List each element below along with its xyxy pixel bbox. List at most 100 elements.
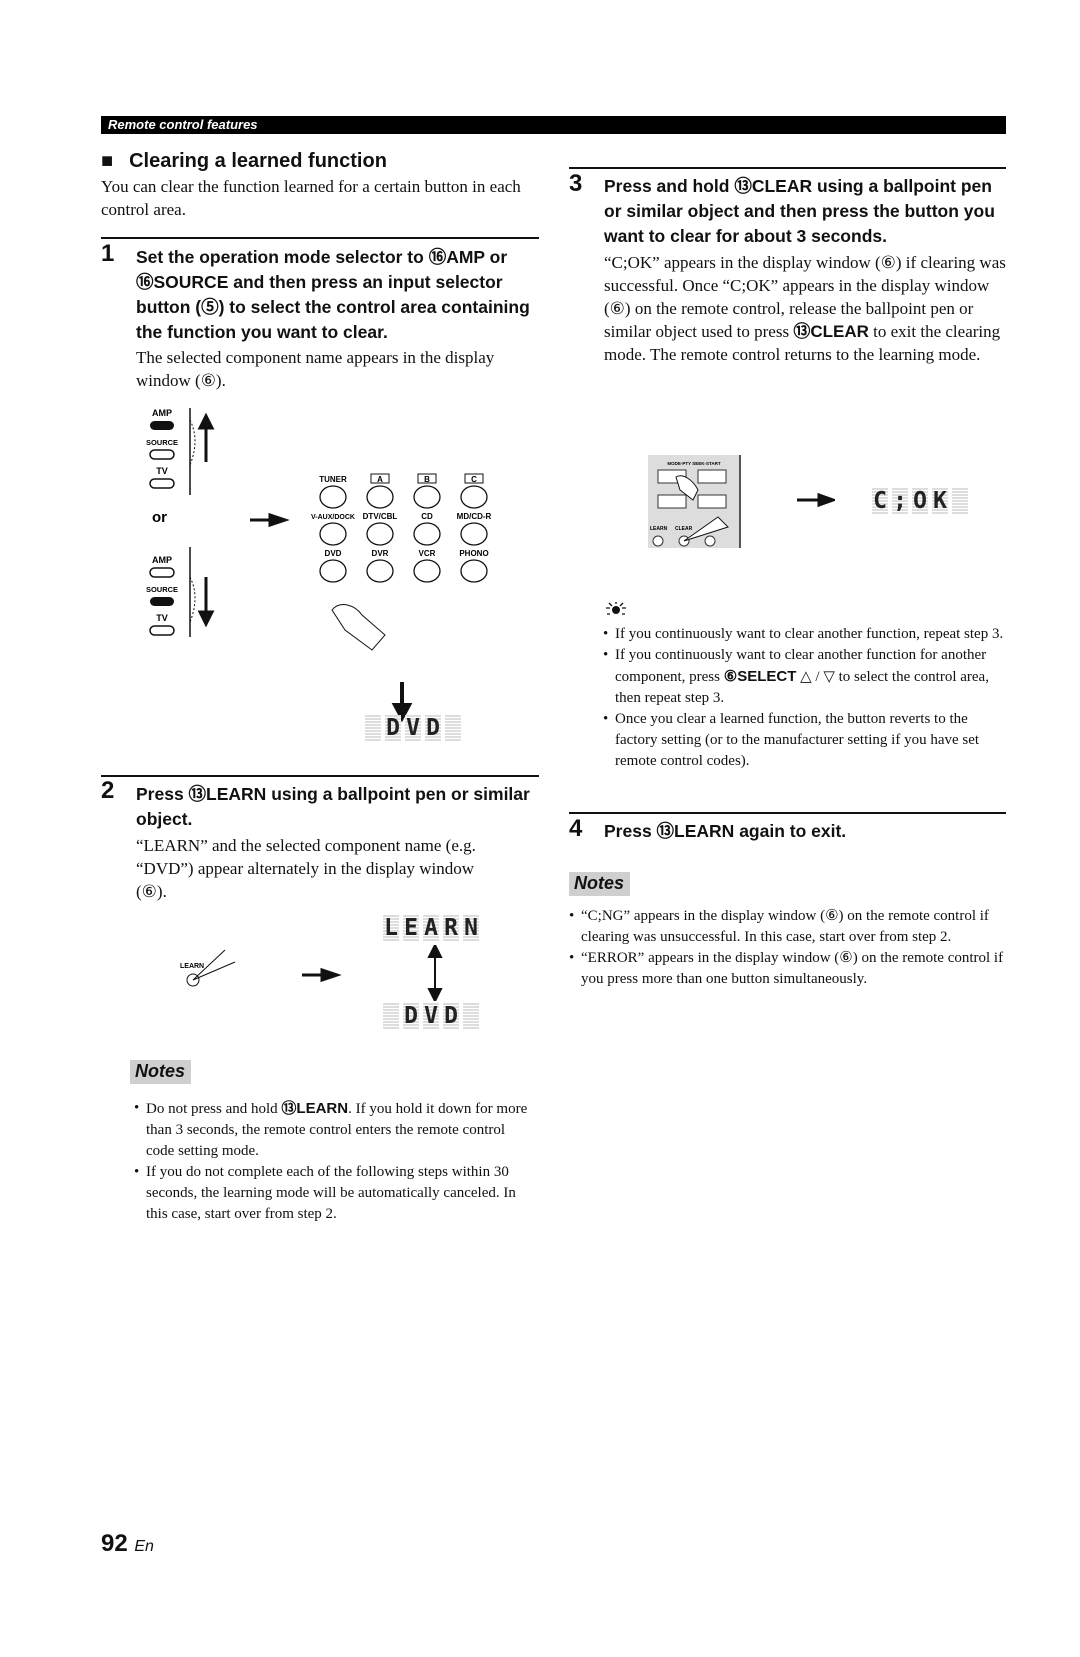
- text: Press: [604, 821, 657, 841]
- step-2-title: Press ⑬LEARN using a ballpoint pen or si…: [136, 782, 541, 832]
- lightbulb-icon: [606, 602, 626, 615]
- lcd-char: [952, 488, 968, 514]
- step-number: 1: [101, 240, 115, 267]
- section-title-text: Clearing a learned function: [129, 150, 387, 172]
- list-item: If you do not complete each of the follo…: [134, 1162, 536, 1225]
- panel-label: MODE-PTY SEEK-START: [667, 461, 721, 466]
- callout-number: ⑬: [793, 322, 811, 341]
- callout-number: ⑬: [656, 821, 675, 841]
- mode-selector-top: AMP SOURCE TV: [146, 408, 215, 495]
- mode-label: SOURCE: [146, 438, 178, 447]
- intro-text: You can clear the function learned for a…: [101, 177, 521, 219]
- callout-number: ⑥: [723, 668, 738, 685]
- list-item: “ERROR” appears in the display window (⑥…: [569, 948, 1009, 990]
- input-selector-label: MD/CD-R: [457, 512, 492, 521]
- lcd-char: O: [912, 488, 928, 514]
- learn-label: LEARN: [650, 526, 668, 532]
- input-selector-button: [319, 559, 347, 583]
- text: Press and hold: [604, 176, 735, 196]
- mode-button-source: [149, 449, 175, 460]
- input-selector-button: [413, 559, 441, 583]
- lcd-char: N: [463, 915, 479, 941]
- input-selector-button: [366, 522, 394, 546]
- remote-panel-figure: MODE-PTY SEEK-START LEARN CLEAR: [648, 455, 741, 548]
- section-header-bar: Remote control features: [101, 116, 1006, 134]
- lcd-char: ;: [892, 488, 908, 514]
- callout-number: ⑬: [188, 784, 207, 804]
- text: Set the operation mode selector to: [136, 247, 429, 267]
- callout-number: ⑯: [428, 247, 447, 267]
- arrow-right-icon: [797, 492, 835, 508]
- arrow-down-icon: [197, 577, 215, 628]
- list-item: “C;NG” appears in the display window (⑥)…: [569, 906, 1009, 948]
- arrow-right-icon: [302, 967, 342, 983]
- notes-label: Notes: [569, 872, 631, 896]
- lcd-char: C: [872, 488, 888, 514]
- list-item: If you continuously want to clear anothe…: [603, 624, 1008, 645]
- step-4-title: Press ⑬LEARN again to exit.: [604, 819, 1004, 844]
- lcd-char: D: [425, 715, 441, 741]
- section-header: Remote control features: [108, 117, 258, 132]
- language-code: En: [134, 1538, 154, 1555]
- mode-label: AMP: [152, 555, 172, 565]
- lcd-char: A: [423, 915, 439, 941]
- arrow-right-icon: [250, 512, 290, 528]
- text: Once you clear a learned function, the b…: [615, 711, 980, 769]
- input-selector-label: DVR: [372, 549, 389, 558]
- finger-icon: [331, 604, 386, 651]
- display-window-learn: LEARN: [383, 915, 479, 941]
- lcd-char: E: [403, 915, 419, 941]
- key-label: CLEAR: [810, 322, 869, 341]
- key-label: LEARN: [206, 784, 267, 804]
- input-selector-label: DVD: [325, 549, 342, 558]
- step-1-body: The selected component name appears in t…: [136, 348, 495, 390]
- input-selector-button: [413, 522, 441, 546]
- step-number: 4: [569, 815, 583, 842]
- lcd-char: D: [403, 1003, 419, 1029]
- key-label: AMP: [446, 247, 485, 267]
- key-label: LEARN: [296, 1100, 349, 1117]
- section-title: ■ Clearing a learned function: [101, 150, 387, 173]
- mode-label: TV: [156, 466, 168, 476]
- learn-button-figure: LEARN: [180, 949, 342, 987]
- list-item: Once you clear a learned function, the b…: [603, 709, 1008, 772]
- display-window-dvd: DVD: [365, 715, 461, 741]
- lcd-char: D: [443, 1003, 459, 1029]
- text: If you continuously want to clear anothe…: [615, 626, 1004, 642]
- input-selector-label: DTV/CBL: [363, 512, 398, 521]
- step-3-title: Press and hold ⑬CLEAR using a ballpoint …: [604, 174, 1014, 249]
- input-selector-button: [460, 485, 488, 509]
- double-arrow-icon: [427, 945, 443, 1001]
- list-item: If you continuously want to clear anothe…: [603, 645, 1008, 709]
- input-selector-label: V-AUX/DOCK: [311, 514, 355, 521]
- mode-button-amp: [150, 421, 174, 430]
- lcd-char: [365, 715, 381, 741]
- input-selector-label: TUNER: [319, 475, 347, 484]
- mode-button-tv: [149, 478, 175, 489]
- input-selector-label: VCR: [419, 549, 436, 558]
- page-number-value: 92: [101, 1530, 128, 1557]
- text: Press: [136, 784, 189, 804]
- mode-label: SOURCE: [146, 585, 178, 594]
- step-number: 3: [569, 170, 583, 197]
- divider: [569, 812, 1006, 814]
- text: “C;NG” appears in the display window (⑥)…: [581, 908, 989, 945]
- text: again to exit.: [734, 821, 847, 841]
- list-item: Do not press and hold ⑬LEARN. If you hol…: [134, 1098, 536, 1162]
- tips-list: If you continuously want to clear anothe…: [603, 624, 1008, 772]
- arrow-up-icon: [197, 412, 215, 462]
- mode-label: AMP: [152, 408, 172, 418]
- square-bullet-icon: ■: [101, 150, 114, 172]
- step-1-figure: AMP SOURCE TV or AMP SOURCE TV TUNER A B CV…: [146, 408, 492, 723]
- callout-number: ⑯: [136, 272, 154, 292]
- lcd-char: V: [423, 1003, 439, 1029]
- lcd-char: R: [443, 915, 459, 941]
- learn-label: LEARN: [180, 963, 204, 970]
- text: If you do not complete each of the follo…: [146, 1164, 516, 1222]
- step-3-body: “C;OK” appears in the display window (⑥)…: [604, 251, 1006, 366]
- display-window-cok: C; O K: [872, 488, 968, 514]
- key-label: CLEAR: [751, 176, 813, 196]
- page-number: 92 En: [101, 1530, 154, 1558]
- lcd-char: K: [932, 488, 948, 514]
- callout-number: ⑬: [734, 176, 752, 196]
